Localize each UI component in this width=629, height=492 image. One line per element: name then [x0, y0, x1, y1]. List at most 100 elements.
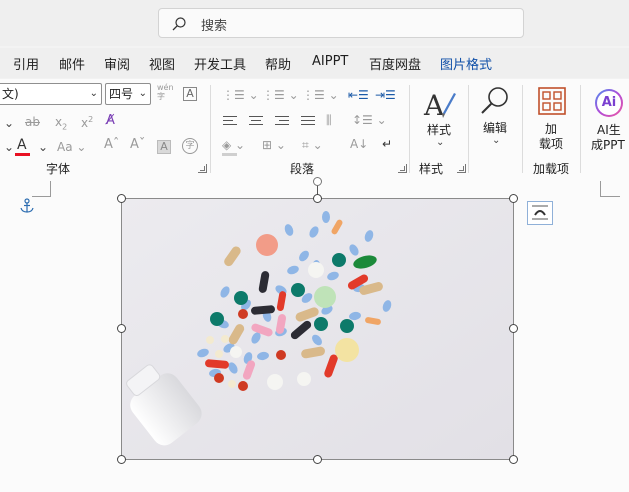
group-separator [468, 85, 469, 173]
ai-ppt-label-line2[interactable]: 成PPT [591, 136, 625, 153]
character-border-icon[interactable]: A [183, 87, 197, 101]
ai-icon-text: Ai [597, 91, 621, 115]
distributed-icon[interactable]: ⫼ [326, 112, 332, 128]
sort-icon[interactable]: A↓ [350, 136, 368, 152]
chevron-down-icon[interactable]: ⌄ [4, 115, 14, 131]
chevron-down-icon[interactable]: ⌄ [492, 133, 500, 149]
align-center-icon[interactable] [249, 116, 265, 128]
phonetic-guide-label: wén [157, 83, 174, 92]
tab-help[interactable]: 帮助 [265, 54, 291, 73]
align-left-icon[interactable] [223, 116, 239, 128]
resize-handle-left[interactable] [117, 324, 126, 333]
shrink-font-label: A [130, 137, 139, 152]
title-bar: 搜索 [0, 0, 629, 46]
strikethrough-label: ab [25, 115, 40, 129]
font-color-icon[interactable]: A [17, 137, 27, 153]
ai-generate-ppt-icon[interactable]: Ai [595, 89, 623, 117]
resize-handle-right[interactable] [509, 324, 518, 333]
grow-font-icon[interactable]: Aˆ [104, 137, 119, 153]
search-box[interactable]: 搜索 [158, 8, 524, 38]
chinese-layout-icon[interactable]: ⌗ ⌄ [302, 137, 323, 153]
font-dialog-launcher-icon[interactable] [198, 164, 207, 173]
group-separator [580, 85, 581, 173]
increase-indent-icon[interactable]: ⇥☰ [375, 87, 396, 103]
chevron-down-icon[interactable]: ⌄ [38, 139, 48, 155]
tab-developer[interactable]: 开发工具 [194, 54, 246, 73]
enclose-characters-icon[interactable]: 字 [182, 138, 198, 154]
styles-group-label: 样式 [419, 162, 444, 176]
superscript-icon[interactable]: x2 [81, 112, 93, 131]
svg-text:A: A [423, 89, 445, 121]
resize-handle-top-right[interactable] [509, 194, 518, 203]
character-border-label: A [186, 87, 194, 100]
character-shading-label: A [160, 140, 168, 153]
styles-icon[interactable]: A [423, 87, 457, 121]
justify-icon[interactable] [301, 116, 317, 128]
add-ins-icon[interactable] [538, 87, 566, 115]
margin-mark [600, 181, 601, 197]
resize-handle-top[interactable] [313, 194, 322, 203]
group-separator [522, 85, 523, 173]
shrink-font-icon[interactable]: Aˇ [130, 137, 145, 153]
ribbon: 文) ⌄ 四号 ⌄ wén 字 A ⌄ ab x2 x2 A̸ ⌄ A ⌄ Aa… [0, 79, 629, 182]
font-name-value: 文) [2, 87, 19, 101]
styles-dialog-launcher-icon[interactable] [457, 164, 466, 173]
font-color-swatch [15, 153, 30, 156]
borders-icon[interactable]: ⊞ ⌄ [262, 137, 286, 153]
chevron-down-icon: ⌄ [138, 88, 147, 99]
paragraph-dialog-launcher-icon[interactable] [398, 164, 407, 173]
tab-view[interactable]: 视图 [149, 54, 175, 73]
search-placeholder: 搜索 [201, 19, 228, 34]
margin-mark [50, 181, 51, 197]
superscript-2: 2 [88, 115, 94, 124]
character-shading-icon[interactable]: A [157, 140, 171, 154]
tab-picture-format[interactable]: 图片格式 [440, 54, 492, 73]
change-case-label: Aa [57, 140, 73, 154]
resize-handle-bottom-right[interactable] [509, 455, 518, 464]
add-ins-group-label: 加载项 [533, 162, 570, 176]
anchor-icon[interactable] [19, 198, 35, 214]
font-group-label: 字体 [46, 162, 71, 176]
add-ins-label-line2[interactable]: 载项 [539, 135, 563, 152]
find-icon[interactable] [479, 85, 511, 117]
tab-baidu-netdisk[interactable]: 百度网盘 [369, 54, 421, 73]
enclose-characters-label: 字 [185, 141, 195, 151]
strikethrough-icon[interactable]: ab [25, 114, 40, 130]
bullets-icon[interactable]: ⋮☰ ⌄ [222, 87, 259, 103]
change-case-icon[interactable]: Aa ⌄ [57, 139, 86, 155]
line-spacing-icon[interactable]: ↕☰ ⌄ [352, 112, 387, 128]
phonetic-guide-char: 字 [157, 92, 165, 101]
font-name-combo[interactable]: 文) ⌄ [0, 83, 102, 105]
subscript-icon[interactable]: x2 [55, 114, 67, 135]
layout-options-button[interactable] [527, 201, 553, 225]
multilevel-list-icon[interactable]: ⋮☰ ⌄ [302, 87, 339, 103]
shading-swatch [222, 153, 237, 156]
group-separator [409, 85, 410, 173]
font-size-value: 四号 [109, 87, 134, 101]
show-hide-marks-icon[interactable]: ↵ [382, 136, 392, 152]
resize-handle-bottom[interactable] [313, 455, 322, 464]
layout-options-icon [532, 205, 548, 220]
margin-mark [32, 196, 51, 197]
rotate-handle[interactable] [313, 177, 322, 186]
chevron-down-icon[interactable]: ⌄ [436, 135, 444, 151]
tab-references[interactable]: 引用 [13, 54, 39, 73]
tab-review[interactable]: 审阅 [104, 54, 130, 73]
picture-selection-border [121, 198, 514, 460]
chevron-down-icon[interactable]: ⌄ [4, 139, 14, 155]
tab-mailings[interactable]: 邮件 [59, 54, 85, 73]
decrease-indent-icon[interactable]: ⇤☰ [348, 87, 369, 103]
tab-aippt[interactable]: AIPPT [312, 54, 348, 69]
phonetic-guide-icon[interactable]: wén 字 [157, 83, 174, 101]
resize-handle-top-left[interactable] [117, 194, 126, 203]
align-right-icon[interactable] [275, 116, 291, 128]
search-icon [172, 17, 186, 31]
subscript-2: 2 [62, 122, 68, 132]
numbering-icon[interactable]: ⋮☰ ⌄ [262, 87, 299, 103]
group-separator [210, 85, 211, 173]
text-effects-icon[interactable]: A̸ [106, 113, 115, 129]
font-size-combo[interactable]: 四号 ⌄ [105, 83, 151, 105]
resize-handle-bottom-left[interactable] [117, 455, 126, 464]
shading-icon[interactable]: ◈ ⌄ [222, 137, 245, 153]
ribbon-tabs: 引用 邮件 审阅 视图 开发工具 帮助 AIPPT 百度网盘 图片格式 [0, 48, 629, 78]
